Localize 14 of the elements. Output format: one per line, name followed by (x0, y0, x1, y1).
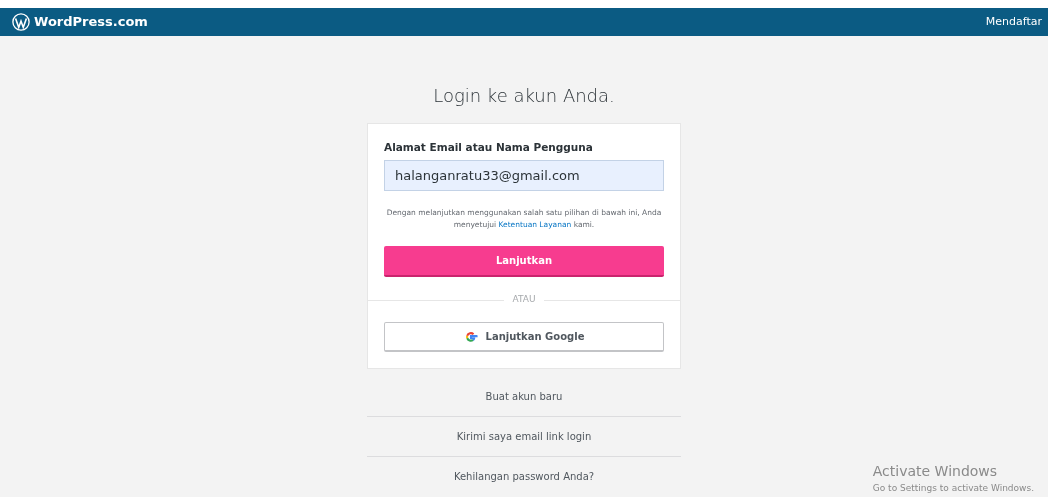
signup-link[interactable]: Mendaftar (985, 13, 1042, 31)
field-label: Alamat Email atau Nama Pengguna (384, 140, 594, 155)
activation-title: Activate Windows (872, 461, 999, 481)
google-button[interactable]: Lanjutkan Google (384, 322, 664, 353)
activation-subtitle: Go to Settings to activate Windows. (872, 481, 1034, 495)
wordpress-logo-icon (12, 13, 30, 31)
footer-link[interactable]: Kirimi saya email link login (367, 417, 681, 457)
continue-button[interactable]: Lanjutkan (384, 245, 664, 277)
footer-link[interactable]: Buat akun baru (367, 377, 681, 417)
logo-text: WordPress.com (34, 13, 148, 32)
email-input-field[interactable]: halanganratu33@gmail.com (384, 159, 664, 192)
page-title: Login ke akun Anda. (433, 84, 615, 108)
google-g-icon (463, 329, 478, 344)
footer-link[interactable]: Kehilangan password Anda? (367, 457, 681, 497)
